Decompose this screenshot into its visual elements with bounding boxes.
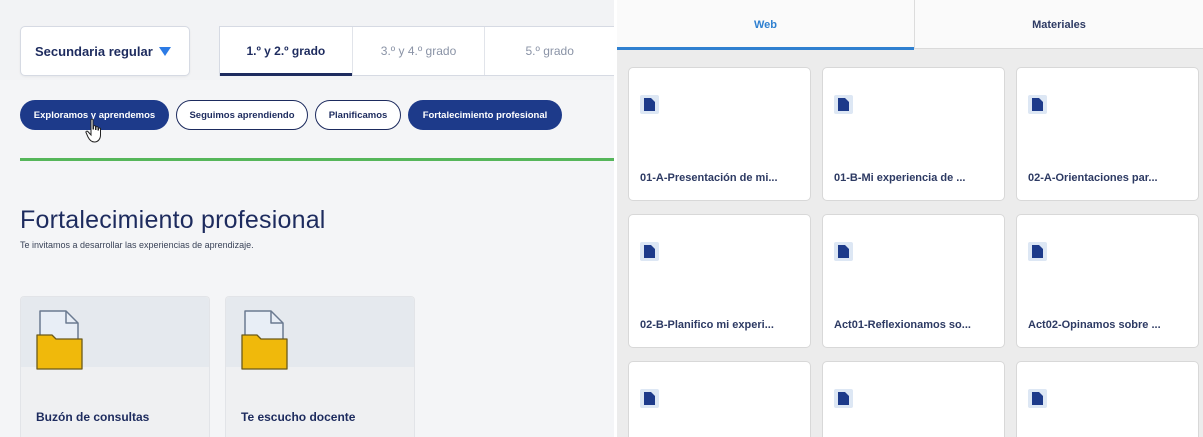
pill-fortalecimiento-label: Fortalecimiento profesional — [422, 109, 548, 121]
pill-fortalecimiento[interactable]: Fortalecimiento profesional — [408, 100, 562, 130]
grade-tabs: 1.º y 2.º grado 3.º y 4.º grado 5.º grad… — [219, 26, 614, 76]
tab-grade-1-2-label: 1.º y 2.º grado — [246, 44, 326, 58]
tab-grade-1-2[interactable]: 1.º y 2.º grado — [220, 27, 353, 76]
file-card[interactable]: Act02-Opinamos sobre ... — [1016, 214, 1199, 348]
file-name: 02-A-Orientaciones par... — [1028, 172, 1158, 184]
level-select[interactable]: Secundaria regular — [20, 26, 190, 76]
card-buzon-consultas[interactable]: Buzón de consultas — [20, 296, 210, 437]
tab-web[interactable]: Web — [617, 0, 914, 50]
folder-icon — [241, 310, 288, 370]
file-card[interactable]: 01-A-Presentación de mi... — [628, 67, 811, 201]
card-te-escucho-docente[interactable]: Te escucho docente — [225, 296, 415, 437]
file-card[interactable] — [628, 361, 811, 437]
card-title: Buzón de consultas — [36, 410, 150, 424]
pill-seguimos[interactable]: Seguimos aprendiendo — [176, 100, 308, 130]
folder-icon — [36, 310, 83, 370]
document-icon — [1028, 389, 1047, 408]
document-icon — [834, 242, 853, 261]
right-panel: Web Materiales 01-A-Presentación de mi..… — [617, 0, 1203, 437]
file-card[interactable] — [1016, 361, 1199, 437]
file-card[interactable]: Act01-Reflexionamos so... — [822, 214, 1005, 348]
tab-grade-5[interactable]: 5.º grado — [485, 27, 614, 75]
file-card[interactable]: 02-B-Planifico mi experi... — [628, 214, 811, 348]
caret-down-icon — [159, 47, 171, 56]
document-icon — [640, 389, 659, 408]
file-name: Act02-Opinamos sobre ... — [1028, 319, 1161, 331]
document-icon — [640, 242, 659, 261]
document-icon — [1028, 242, 1047, 261]
pill-seguimos-label: Seguimos aprendiendo — [189, 109, 295, 121]
hand-cursor-icon — [85, 118, 101, 143]
section-subtitle: Te invitamos a desarrollar las experienc… — [20, 240, 254, 250]
tab-grade-3-4[interactable]: 3.º y 4.º grado — [353, 27, 486, 75]
document-icon — [1028, 95, 1047, 114]
pill-planificamos-label: Planificamos — [328, 109, 388, 121]
file-name: 01-A-Presentación de mi... — [640, 172, 778, 184]
card-title: Te escucho docente — [241, 410, 356, 424]
tab-grade-5-label: 5.º grado — [525, 44, 574, 58]
document-icon — [834, 389, 853, 408]
tab-materiales[interactable]: Materiales — [914, 0, 1203, 49]
pill-planificamos[interactable]: Planificamos — [315, 100, 401, 130]
document-icon — [834, 95, 853, 114]
file-name: 01-B-Mi experiencia de ... — [834, 172, 966, 184]
section-divider — [20, 158, 614, 161]
level-select-value: Secundaria regular — [35, 43, 153, 59]
left-panel: Secundaria regular 1.º y 2.º grado 3.º y… — [0, 0, 614, 437]
file-name: Act01-Reflexionamos so... — [834, 319, 971, 331]
tab-web-label: Web — [753, 18, 778, 31]
tab-grade-3-4-label: 3.º y 4.º grado — [380, 44, 457, 58]
tab-materiales-label: Materiales — [1032, 18, 1086, 31]
section-title: Fortalecimiento profesional — [20, 206, 326, 234]
file-card[interactable] — [822, 361, 1005, 437]
file-name: 02-B-Planifico mi experi... — [640, 319, 774, 331]
file-card[interactable]: 01-B-Mi experiencia de ... — [822, 67, 1005, 201]
document-icon — [640, 95, 659, 114]
file-card[interactable]: 02-A-Orientaciones par... — [1016, 67, 1199, 201]
resource-tabbar: Web Materiales — [617, 0, 1203, 50]
